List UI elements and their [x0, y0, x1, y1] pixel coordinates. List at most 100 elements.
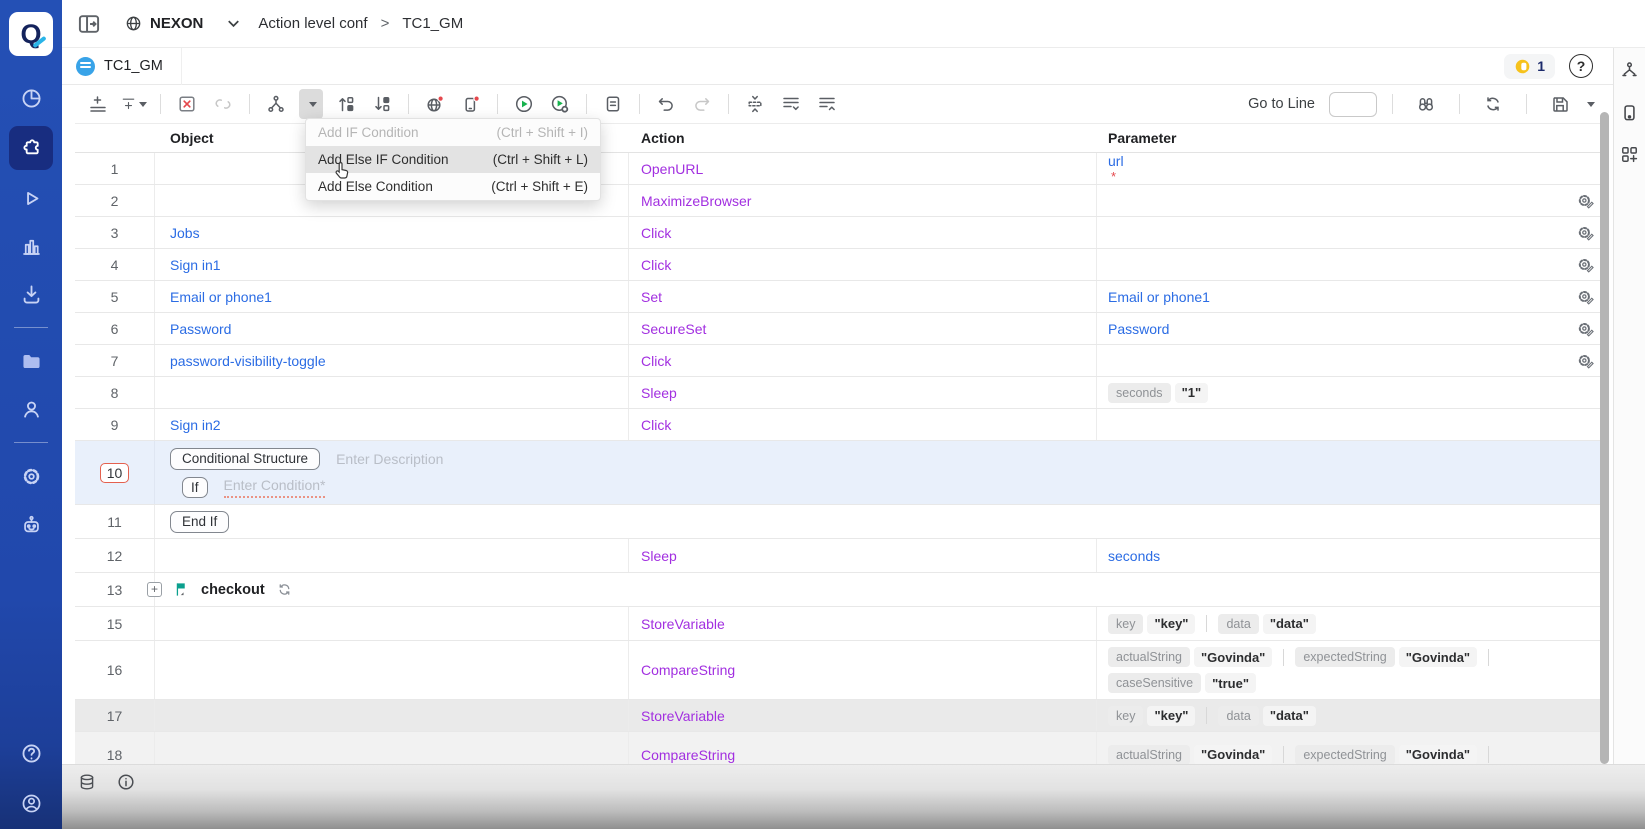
- breadcrumb-folder[interactable]: Action level conf: [258, 15, 367, 32]
- object-cell[interactable]: [155, 377, 629, 408]
- description-placeholder[interactable]: Enter Description: [336, 451, 443, 467]
- sidebar-item-executions[interactable]: [9, 178, 53, 218]
- step-settings-gear-icon[interactable]: [1576, 191, 1595, 210]
- row-number[interactable]: 8: [75, 377, 155, 408]
- add-step-below-button[interactable]: [85, 89, 111, 119]
- action-cell[interactable]: Set: [629, 281, 1097, 312]
- conditional-structure-button[interactable]: [263, 89, 289, 119]
- step-settings-gear-icon[interactable]: [1576, 319, 1595, 338]
- vertical-scrollbar[interactable]: [1600, 112, 1609, 764]
- breadcrumb-project[interactable]: NEXON: [150, 15, 203, 32]
- object-cell[interactable]: [155, 700, 629, 731]
- redo-button[interactable]: [689, 89, 715, 119]
- menu-item-add-else[interactable]: Add Else Condition (Ctrl + Shift + E): [306, 173, 600, 200]
- row-number[interactable]: 7: [75, 345, 155, 376]
- action-cell[interactable]: Click: [629, 409, 1097, 440]
- delete-step-button[interactable]: [174, 89, 200, 119]
- object-link[interactable]: Jobs: [170, 225, 200, 241]
- conditional-structure-menu-button[interactable]: [299, 89, 323, 119]
- row-number[interactable]: 9: [75, 409, 155, 440]
- parameter-link[interactable]: seconds: [1108, 548, 1160, 564]
- step-settings-gear-icon[interactable]: [1576, 351, 1595, 370]
- object-cell[interactable]: Email or phone1: [155, 281, 629, 312]
- parameter-cell[interactable]: key"key" data"data": [1097, 706, 1565, 726]
- step-settings-gear-icon[interactable]: [1576, 287, 1595, 306]
- object-link[interactable]: Email or phone1: [170, 289, 272, 305]
- parameter-cell[interactable]: Email or phone1: [1097, 289, 1565, 305]
- parameter-chip[interactable]: data"data": [1218, 706, 1315, 726]
- row-number[interactable]: 2: [75, 185, 155, 216]
- move-step-up-button[interactable]: [333, 89, 359, 119]
- web-recorder-button[interactable]: [422, 89, 448, 119]
- action-cell[interactable]: StoreVariable: [629, 607, 1097, 640]
- object-cell[interactable]: password-visibility-toggle: [155, 345, 629, 376]
- sidebar-item-help[interactable]: [9, 733, 53, 773]
- action-cell[interactable]: CompareString: [629, 732, 1097, 764]
- action-cell[interactable]: CompareString: [629, 641, 1097, 699]
- undo-button[interactable]: [653, 89, 679, 119]
- object-cell[interactable]: Sign in1: [155, 249, 629, 280]
- rail-device-view-icon[interactable]: [1619, 102, 1641, 124]
- parameter-chip[interactable]: key"key": [1108, 614, 1195, 634]
- object-cell[interactable]: [155, 732, 629, 764]
- parameter-link[interactable]: Password: [1108, 321, 1169, 337]
- menu-item-add-else-if[interactable]: Add Else IF Condition (Ctrl + Shift + L): [306, 146, 600, 173]
- info-icon[interactable]: [116, 772, 137, 793]
- row-number[interactable]: 4: [75, 249, 155, 280]
- end-if-chip[interactable]: End If: [170, 511, 229, 533]
- sidebar-item-users[interactable]: [9, 389, 53, 429]
- action-link[interactable]: MaximizeBrowser: [641, 193, 751, 209]
- run-button[interactable]: [511, 89, 537, 119]
- action-link[interactable]: Sleep: [641, 385, 677, 401]
- parameter-chip[interactable]: caseSensitive"true": [1108, 673, 1256, 693]
- if-chip[interactable]: If: [182, 477, 208, 498]
- action-link[interactable]: SecureSet: [641, 321, 706, 337]
- rail-add-widget-icon[interactable]: [1619, 144, 1641, 166]
- conditional-structure-chip[interactable]: Conditional Structure: [170, 448, 320, 470]
- object-link[interactable]: Sign in1: [170, 257, 221, 273]
- parameter-cell[interactable]: actualString"Govinda" expectedString"Govi…: [1097, 745, 1565, 765]
- action-link[interactable]: StoreVariable: [641, 708, 725, 724]
- parameter-cell[interactable]: url*: [1097, 153, 1565, 184]
- unlink-step-button[interactable]: [210, 89, 236, 119]
- object-cell[interactable]: Jobs: [155, 217, 629, 248]
- sidebar-item-files[interactable]: [9, 341, 53, 381]
- rail-object-spy-icon[interactable]: [1619, 60, 1641, 82]
- action-link[interactable]: OpenURL: [641, 161, 703, 177]
- row-number[interactable]: 12: [75, 539, 155, 572]
- parameter-chip[interactable]: actualString"Govinda": [1108, 647, 1272, 667]
- object-link[interactable]: Sign in2: [170, 417, 221, 433]
- row-number[interactable]: 10: [75, 441, 155, 504]
- row-number[interactable]: 5: [75, 281, 155, 312]
- parameter-chip[interactable]: actualString"Govinda": [1108, 745, 1272, 765]
- parameter-cell[interactable]: actualString"Govinda"expectedString"Govi…: [1097, 647, 1565, 693]
- add-step-above-button[interactable]: [121, 89, 147, 119]
- data-source-icon[interactable]: [77, 772, 98, 793]
- sync-icon[interactable]: [1480, 89, 1506, 119]
- action-link[interactable]: CompareString: [641, 747, 735, 763]
- action-link[interactable]: Click: [641, 353, 671, 369]
- parameter-chip[interactable]: expectedString"Govinda": [1295, 745, 1477, 765]
- action-link[interactable]: Set: [641, 289, 662, 305]
- action-cell[interactable]: Sleep: [629, 377, 1097, 408]
- collapse-all-button[interactable]: [814, 89, 840, 119]
- action-link[interactable]: Click: [641, 417, 671, 433]
- mobile-recorder-button[interactable]: [458, 89, 484, 119]
- save-icon[interactable]: [1547, 89, 1573, 119]
- action-cell[interactable]: Click: [629, 217, 1097, 248]
- panel-toggle-icon[interactable]: [76, 11, 102, 37]
- object-link[interactable]: password-visibility-toggle: [170, 353, 326, 369]
- object-cell[interactable]: Password: [155, 313, 629, 344]
- row-number[interactable]: 6: [75, 313, 155, 344]
- parameter-cell[interactable]: seconds: [1097, 548, 1565, 564]
- object-cell[interactable]: [155, 607, 629, 640]
- condition-placeholder[interactable]: Enter Condition*: [224, 477, 326, 498]
- expand-all-button[interactable]: [778, 89, 804, 119]
- action-cell[interactable]: SecureSet: [629, 313, 1097, 344]
- group-sync-icon[interactable]: [276, 581, 293, 598]
- sidebar-item-dashboard[interactable]: [9, 78, 53, 118]
- breadcrumb-item[interactable]: TC1_GM: [402, 15, 463, 32]
- parameter-chip[interactable]: key"key": [1108, 706, 1195, 726]
- action-cell[interactable]: Click: [629, 249, 1097, 280]
- sidebar-item-assistant[interactable]: [9, 504, 53, 544]
